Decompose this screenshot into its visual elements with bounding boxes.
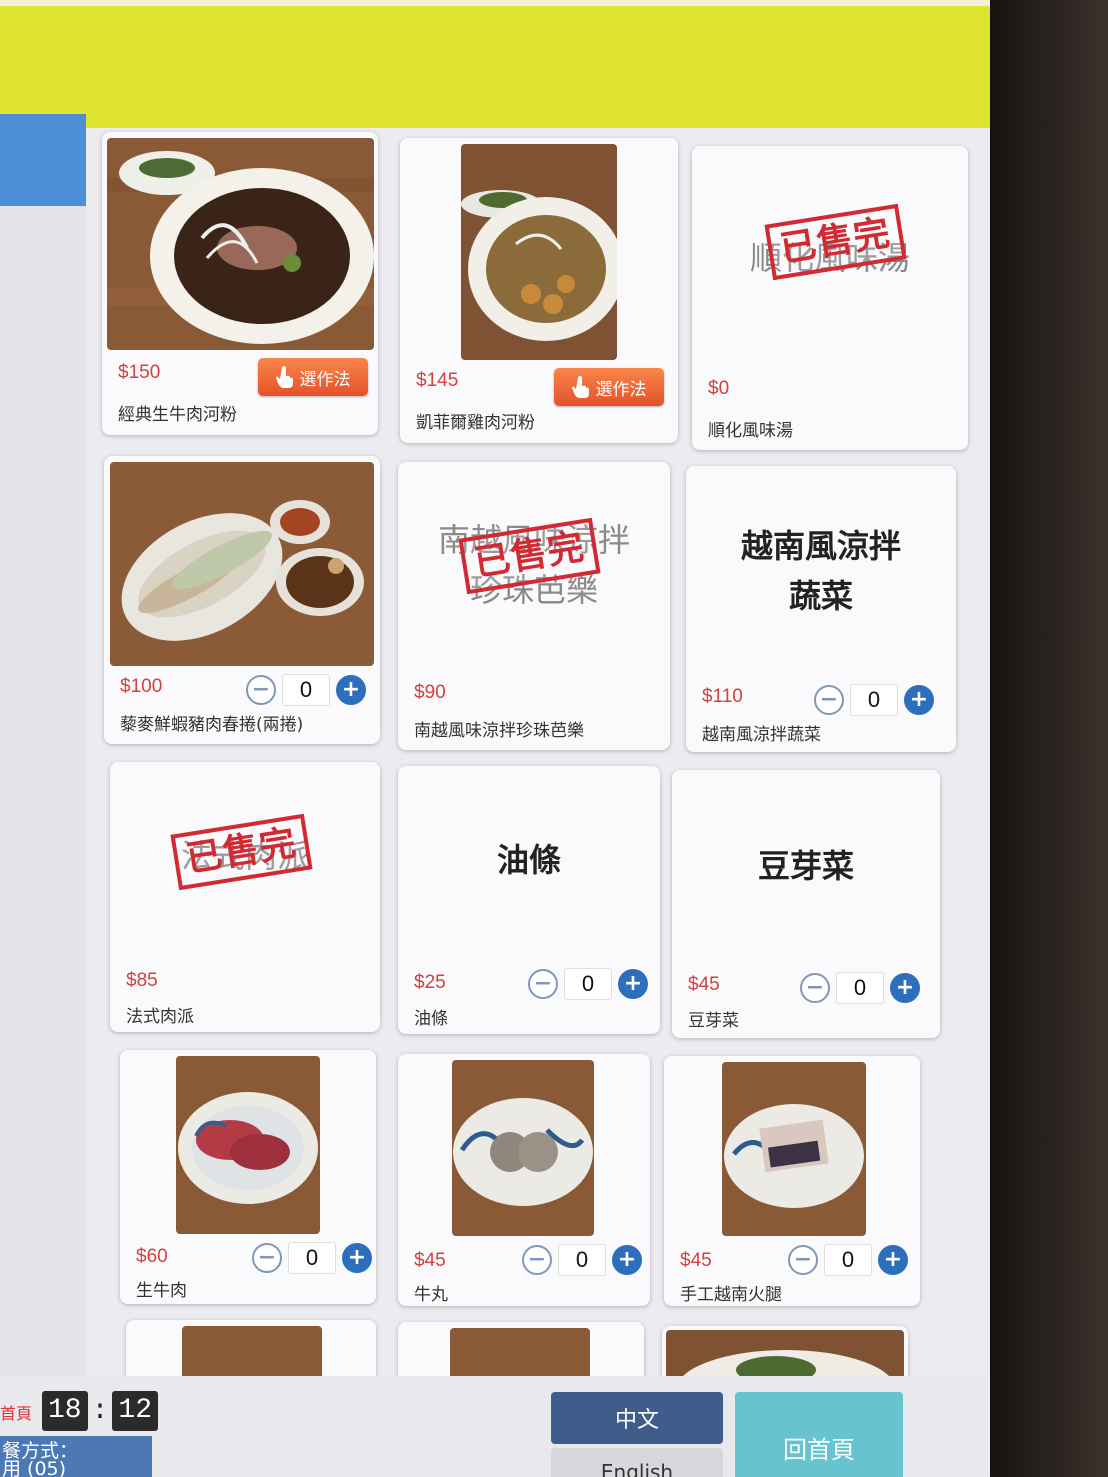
decrease-quantity-button[interactable]: − (528, 969, 558, 999)
dine-mode-button[interactable]: 餐方式： 用 (05) (0, 1436, 152, 1477)
menu-item-card-sold-out: 順化風味湯 已售完 $0 順化風味湯 (692, 146, 968, 450)
increase-quantity-button[interactable]: + (336, 675, 366, 705)
item-display-name: 油條 (496, 841, 561, 879)
quantity-stepper: − 0 + (246, 674, 366, 706)
beef-ball-photo (452, 1060, 594, 1236)
quantity-value[interactable]: 0 (564, 968, 612, 1000)
language-english-button[interactable]: English (551, 1448, 723, 1477)
menu-item-card[interactable]: 油條 $25 油條 − 0 + (398, 766, 660, 1034)
hand-pointer-icon (275, 366, 294, 388)
quantity-value[interactable]: 0 (836, 972, 884, 1004)
menu-item-card-sold-out: 南越風味涼拌 珍珠芭樂 已售完 $90 南越風味涼拌珍珠芭樂 (398, 462, 670, 750)
vietnamese-ham-photo (722, 1062, 866, 1236)
item-name: 凱菲爾雞肉河粉 (416, 413, 535, 433)
increase-quantity-button[interactable]: + (342, 1243, 372, 1273)
category-sidebar (0, 206, 86, 1376)
item-price: $25 (414, 972, 446, 993)
item-display-name-line2: 蔬菜 (788, 577, 853, 615)
menu-item-card[interactable]: $45 牛丸 − 0 + (398, 1054, 650, 1306)
menu-item-card[interactable]: 越南風涼拌 蔬菜 $110 越南風涼拌蔬菜 − 0 + (686, 466, 956, 752)
menu-item-card[interactable]: $150 經典生牛肉河粉 選作法 (102, 132, 378, 435)
raw-beef-photo (176, 1056, 320, 1234)
back-home-button[interactable]: 回首頁 (735, 1392, 903, 1477)
item-name: 豆芽菜 (688, 1011, 739, 1031)
language-chinese-button[interactable]: 中文 (551, 1392, 723, 1444)
item-name: 越南風涼拌蔬菜 (702, 725, 821, 745)
quantity-value[interactable]: 0 (288, 1242, 336, 1274)
decrease-quantity-button[interactable]: − (788, 1245, 818, 1275)
choose-options-label: 選作法 (595, 379, 647, 400)
item-price: $110 (702, 686, 743, 707)
menu-item-card[interactable]: $145 凱菲爾雞肉河粉 選作法 (400, 138, 678, 443)
item-name: 順化風味湯 (708, 421, 793, 441)
item-display-name-line1: 越南風涼拌 (740, 527, 901, 565)
top-banner (0, 0, 990, 128)
item-name: 生牛肉 (136, 1281, 187, 1301)
decrease-quantity-button[interactable]: − (252, 1243, 282, 1273)
item-price: $90 (414, 682, 446, 703)
increase-quantity-button[interactable]: + (904, 685, 934, 715)
decrease-quantity-button[interactable]: − (800, 973, 830, 1003)
clock-hours: 18 (42, 1391, 88, 1431)
item-name: 油條 (414, 1009, 448, 1029)
menu-item-card[interactable]: $100 藜麥鮮蝦豬肉春捲(兩捲) − 0 + (104, 456, 380, 744)
item-price: $100 (120, 676, 163, 697)
quantity-value[interactable]: 0 (282, 674, 330, 706)
quantity-stepper: − 0 + (252, 1242, 372, 1274)
menu-item-card-sold-out: 法式肉派 已售完 $85 法式肉派 (110, 762, 380, 1032)
top-banner-edge (0, 0, 990, 6)
quantity-value[interactable]: 0 (824, 1244, 872, 1276)
kiosk-screen: $150 經典生牛肉河粉 選作法 $145 凱菲爾雞肉河粉 選作法 順化風味湯 … (0, 0, 990, 1477)
item-name: 經典生牛肉河粉 (118, 405, 237, 425)
menu-item-card[interactable]: 豆芽菜 $45 豆芽菜 − 0 + (672, 770, 940, 1038)
spring-roll-photo (110, 462, 374, 666)
item-name: 手工越南火腿 (680, 1285, 782, 1305)
chicken-pho-photo (461, 144, 617, 360)
device-bezel (990, 0, 1108, 1477)
quantity-stepper: − 0 + (800, 972, 920, 1004)
item-price: $45 (414, 1250, 446, 1271)
item-price: $145 (416, 370, 459, 391)
choose-options-button[interactable]: 選作法 (258, 358, 368, 396)
item-display-name: 豆芽菜 (757, 847, 854, 885)
item-name: 牛丸 (414, 1285, 448, 1305)
clock: 18 : 12 (42, 1390, 159, 1432)
choose-options-label: 選作法 (299, 369, 351, 390)
increase-quantity-button[interactable]: + (618, 969, 648, 999)
item-name: 法式肉派 (126, 1007, 194, 1027)
quantity-stepper: − 0 + (522, 1244, 642, 1276)
item-name: 南越風味涼拌珍珠芭樂 (414, 721, 584, 741)
quantity-stepper: − 0 + (788, 1244, 908, 1276)
item-price: $0 (708, 378, 730, 399)
increase-quantity-button[interactable]: + (878, 1245, 908, 1275)
quantity-stepper: − 0 + (528, 968, 648, 1000)
dine-mode-value: 用 (05) (2, 1458, 67, 1477)
increase-quantity-button[interactable]: + (890, 973, 920, 1003)
hand-pointer-icon (571, 376, 590, 398)
item-name: 藜麥鮮蝦豬肉春捲(兩捲) (120, 715, 304, 735)
clock-minutes: 12 (112, 1391, 159, 1431)
item-price: $150 (118, 362, 161, 383)
beef-pho-photo (107, 138, 374, 350)
item-price: $45 (688, 974, 720, 995)
item-price: $60 (136, 1246, 168, 1267)
decrease-quantity-button[interactable]: − (246, 675, 276, 705)
item-price: $85 (126, 970, 158, 991)
quantity-value[interactable]: 0 (558, 1244, 606, 1276)
home-link[interactable]: 首頁 (0, 1400, 32, 1424)
quantity-stepper: − 0 + (814, 684, 934, 716)
clock-separator: : (91, 1395, 109, 1427)
item-price: $45 (680, 1250, 712, 1271)
choose-options-button[interactable]: 選作法 (554, 368, 664, 406)
menu-item-card[interactable]: $45 手工越南火腿 − 0 + (664, 1056, 920, 1306)
quantity-value[interactable]: 0 (850, 684, 898, 716)
decrease-quantity-button[interactable]: − (522, 1245, 552, 1275)
category-tab-active[interactable] (0, 114, 86, 206)
menu-item-card[interactable]: $60 生牛肉 − 0 + (120, 1050, 376, 1304)
decrease-quantity-button[interactable]: − (814, 685, 844, 715)
increase-quantity-button[interactable]: + (612, 1245, 642, 1275)
